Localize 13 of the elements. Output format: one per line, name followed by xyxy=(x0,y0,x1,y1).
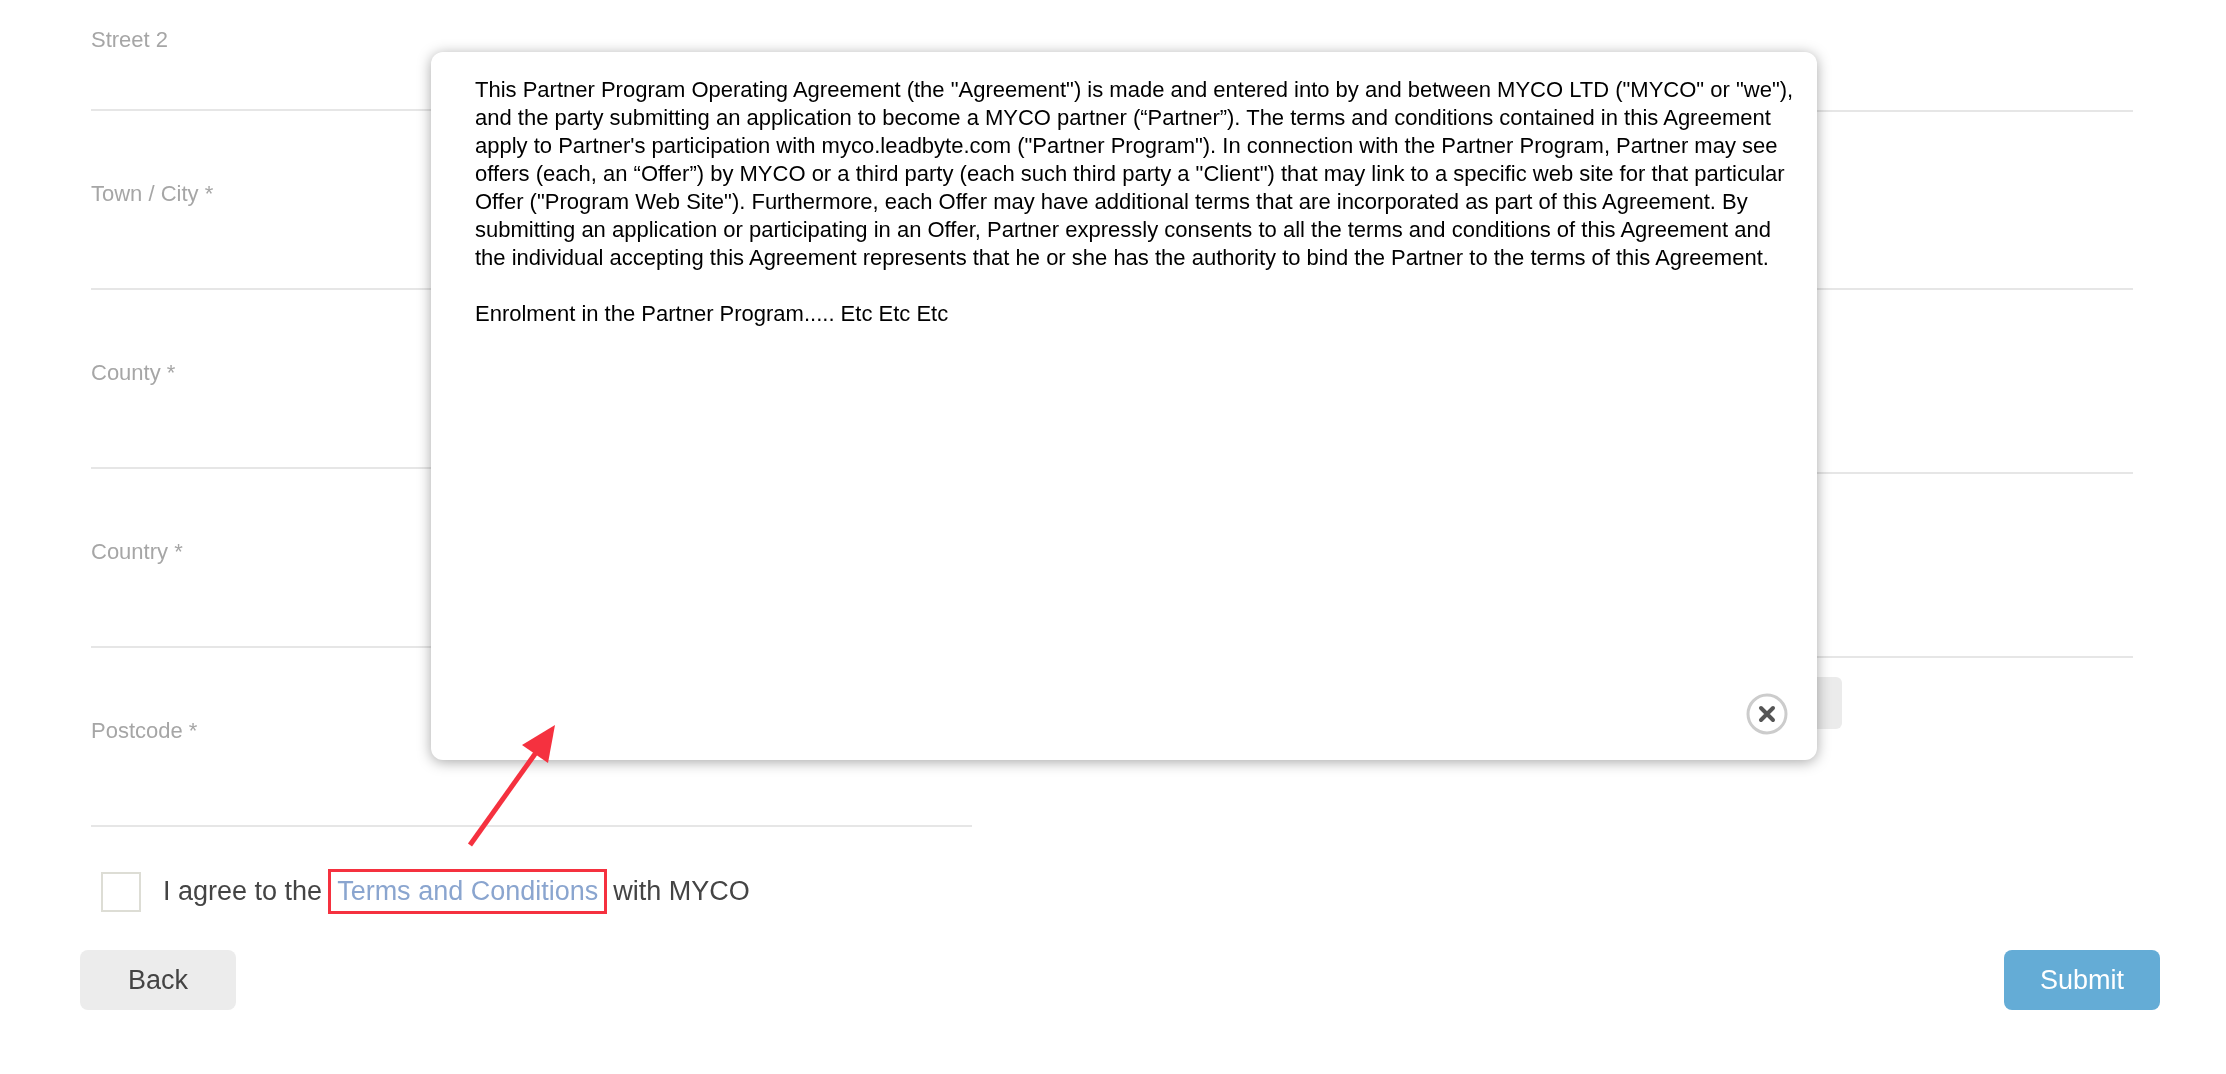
submit-button[interactable]: Submit xyxy=(2004,950,2160,1010)
field-label: Country * xyxy=(91,538,183,565)
field-label: Town / City * xyxy=(91,180,214,207)
agreement-paragraph: Enrolment in the Partner Program..... Etc Etc Etc xyxy=(475,300,950,328)
close-icon[interactable] xyxy=(1745,692,1789,736)
field-label: Postcode * xyxy=(91,717,198,744)
back-button[interactable]: Back xyxy=(80,950,236,1010)
checkbox[interactable] xyxy=(101,871,141,912)
agreement-text: with MYCO xyxy=(613,876,750,907)
terms-link[interactable]: Terms and Conditions xyxy=(337,876,599,906)
agreement-text: I agree to the xyxy=(163,876,323,907)
field-label: Street 2 xyxy=(91,26,169,53)
field-label: County * xyxy=(91,359,176,386)
